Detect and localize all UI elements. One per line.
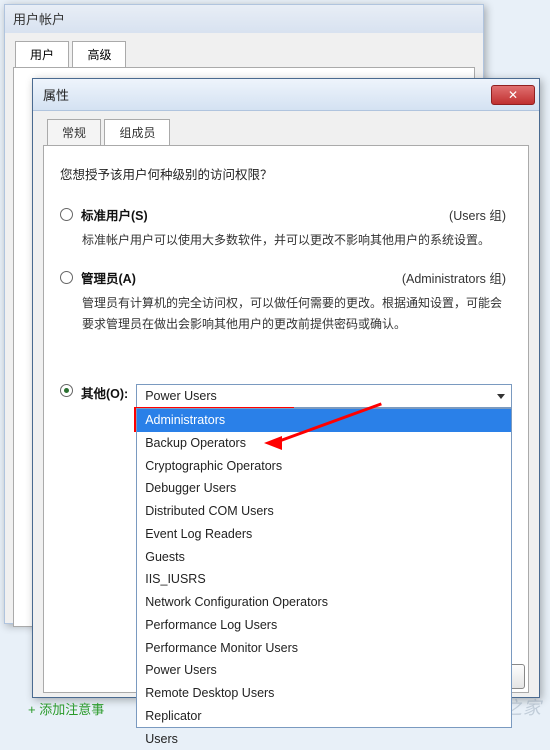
properties-dialog: 属性 ✕ 常规 组成员 您想授予该用户何种级别的访问权限？ 标准用户(S) (U… bbox=[32, 78, 540, 698]
option-other: 其他(O): Power Users AdministratorsBackup … bbox=[60, 384, 512, 408]
tab-member[interactable]: 组成员 bbox=[104, 119, 170, 145]
dropdown-item[interactable]: Debugger Users bbox=[137, 477, 511, 500]
back-tabs: 用户 高级 bbox=[15, 41, 483, 67]
dropdown-item[interactable]: Replicator bbox=[137, 705, 511, 728]
access-prompt: 您想授予该用户何种级别的访问权限？ bbox=[60, 164, 512, 183]
dropdown-item[interactable]: Network Configuration Operators bbox=[137, 591, 511, 614]
radio-standard[interactable] bbox=[60, 208, 73, 221]
add-note-link[interactable]: + 添加注意事 bbox=[28, 699, 104, 718]
dropdown-item[interactable]: Power Users bbox=[137, 659, 511, 682]
dropdown-item[interactable]: Users bbox=[137, 728, 511, 750]
group-dropdown[interactable]: AdministratorsBackup OperatorsCryptograp… bbox=[136, 408, 512, 728]
dropdown-item[interactable]: Distributed COM Users bbox=[137, 500, 511, 523]
tab-users[interactable]: 用户 bbox=[15, 41, 69, 67]
standard-desc: 标准帐户用户可以使用大多数软件，并可以更改不影响其他用户的系统设置。 bbox=[82, 230, 512, 250]
radio-other[interactable] bbox=[60, 384, 73, 397]
combo-selected[interactable]: Power Users bbox=[136, 384, 512, 408]
dialog-titlebar: 属性 ✕ bbox=[33, 79, 539, 111]
admin-group: (Administrators 组) bbox=[402, 268, 512, 287]
dropdown-item[interactable]: Event Log Readers bbox=[137, 523, 511, 546]
window-title: 用户帐户 bbox=[5, 5, 483, 33]
admin-desc: 管理员有计算机的完全访问权，可以做任何需要的更改。根据通知设置，可能会要求管理员… bbox=[82, 293, 512, 334]
option-administrator: 管理员(A) (Administrators 组) 管理员有计算机的完全访问权，… bbox=[60, 268, 512, 334]
admin-label: 管理员(A) bbox=[81, 268, 136, 287]
tab-general[interactable]: 常规 bbox=[47, 119, 101, 145]
radio-admin[interactable] bbox=[60, 271, 73, 284]
standard-group: (Users 组) bbox=[449, 205, 512, 224]
tab-advanced[interactable]: 高级 bbox=[72, 41, 126, 67]
member-panel: 您想授予该用户何种级别的访问权限？ 标准用户(S) (Users 组) 标准帐户… bbox=[43, 145, 529, 693]
close-button[interactable]: ✕ bbox=[491, 85, 535, 105]
dropdown-item[interactable]: Performance Monitor Users bbox=[137, 637, 511, 660]
dropdown-item[interactable]: Backup Operators bbox=[137, 432, 511, 455]
group-combobox[interactable]: Power Users AdministratorsBackup Operato… bbox=[136, 384, 512, 408]
dropdown-item[interactable]: Guests bbox=[137, 546, 511, 569]
dropdown-item[interactable]: Administrators bbox=[137, 409, 511, 432]
dropdown-item[interactable]: Performance Log Users bbox=[137, 614, 511, 637]
dropdown-item[interactable]: Remote Desktop Users bbox=[137, 682, 511, 705]
other-label: 其他(O): bbox=[81, 383, 128, 402]
dropdown-item[interactable]: Cryptographic Operators bbox=[137, 455, 511, 478]
option-standard-user: 标准用户(S) (Users 组) 标准帐户用户可以使用大多数软件，并可以更改不… bbox=[60, 205, 512, 250]
dropdown-item[interactable]: IIS_IUSRS bbox=[137, 568, 511, 591]
standard-label: 标准用户(S) bbox=[81, 205, 148, 224]
dialog-title-suffix: 属性 bbox=[43, 85, 69, 104]
dialog-tabs: 常规 组成员 bbox=[47, 119, 539, 145]
